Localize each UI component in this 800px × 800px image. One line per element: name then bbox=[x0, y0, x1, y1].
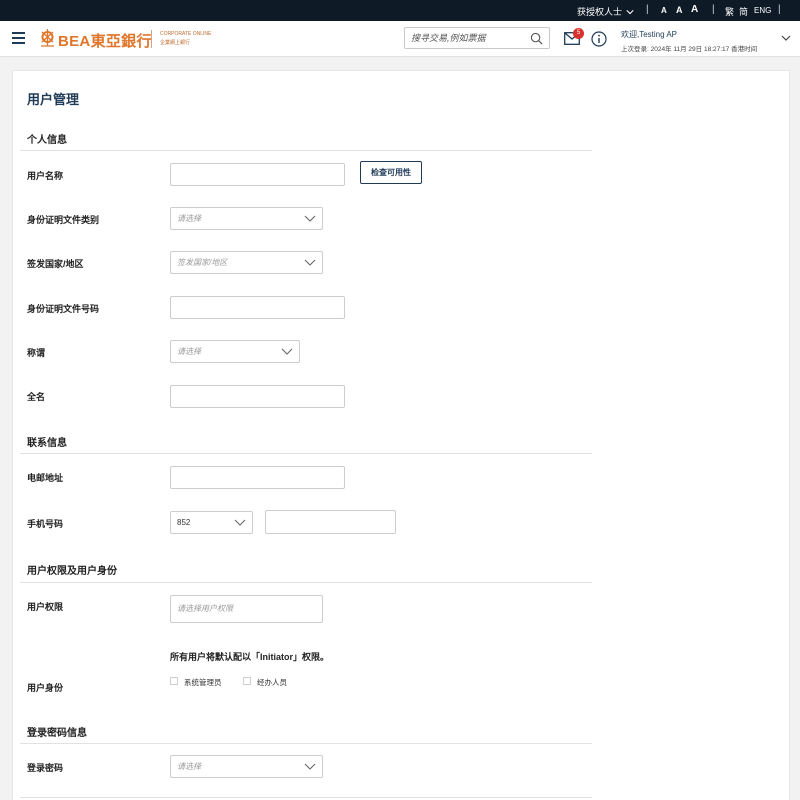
font-size-small[interactable]: A bbox=[661, 6, 667, 15]
section-title-rights: 用户权限及用户身份 bbox=[27, 566, 117, 577]
search-box bbox=[404, 27, 550, 49]
salutation-placeholder: 请选择 bbox=[177, 347, 201, 356]
section-divider bbox=[20, 797, 592, 798]
rights-label: 用户权限 bbox=[27, 602, 64, 612]
rights-select[interactable]: 请选择用户权限 bbox=[170, 595, 323, 623]
section-title-personal: 个人信息 bbox=[27, 135, 67, 146]
issue-country-placeholder: 签发国家/地区 bbox=[177, 258, 228, 267]
section-divider bbox=[20, 453, 592, 454]
identity-label: 用户身份 bbox=[27, 683, 64, 693]
divider bbox=[151, 30, 152, 48]
last-login-text: 上次登录: 2024年 11月 29日 18:27:17 香港时间 bbox=[621, 46, 758, 53]
divider: | bbox=[646, 4, 649, 15]
divider: | bbox=[778, 4, 781, 15]
section-divider bbox=[20, 150, 592, 151]
section-title-contact: 联系信息 bbox=[27, 438, 67, 449]
id-type-select[interactable]: 请选择 bbox=[170, 207, 323, 230]
password-placeholder: 请选择 bbox=[177, 762, 201, 771]
default-rights-note: 所有用户将默认配以「Initiator」权限。 bbox=[170, 652, 329, 662]
lang-traditional[interactable]: 繁 bbox=[725, 5, 734, 18]
lang-simplified[interactable]: 简 bbox=[739, 5, 748, 18]
issue-country-label: 签发国家/地区 bbox=[27, 259, 84, 269]
chevron-down-icon bbox=[626, 9, 634, 14]
check-availability-button[interactable]: 检查可用性 bbox=[360, 161, 422, 184]
authorized-person-menu[interactable]: 获授权人士 bbox=[577, 5, 634, 18]
section-divider bbox=[20, 582, 592, 583]
password-label: 登录密码 bbox=[27, 763, 64, 773]
search-icon[interactable] bbox=[530, 32, 543, 45]
rights-placeholder: 请选择用户权限 bbox=[177, 604, 233, 613]
chevron-down-icon bbox=[304, 259, 316, 266]
fullname-label: 全名 bbox=[27, 392, 46, 402]
email-label: 电邮地址 bbox=[27, 473, 64, 483]
section-title-login: 登录密码信息 bbox=[27, 728, 87, 739]
chevron-down-icon bbox=[304, 763, 316, 770]
info-icon[interactable] bbox=[591, 31, 607, 47]
id-type-placeholder: 请选择 bbox=[177, 214, 201, 223]
chevron-down-icon bbox=[304, 215, 316, 222]
page-title: 用户管理 bbox=[27, 92, 80, 107]
bank-name: BEA東亞銀行 bbox=[58, 33, 152, 50]
divider: | bbox=[712, 4, 715, 15]
country-code-value: 852 bbox=[177, 518, 191, 527]
id-number-input[interactable] bbox=[170, 296, 345, 319]
notification-badge: 5 bbox=[573, 28, 584, 39]
logo-subtitle-cn: 企業網上銀行 bbox=[160, 40, 191, 46]
lang-english[interactable]: ENG bbox=[754, 6, 771, 15]
admin-checkbox[interactable] bbox=[170, 677, 178, 685]
font-size-medium[interactable]: A bbox=[676, 5, 683, 15]
username-label: 用户名称 bbox=[27, 171, 64, 181]
mobile-label: 手机号码 bbox=[27, 519, 64, 529]
salutation-select[interactable]: 请选择 bbox=[170, 340, 300, 363]
mobile-input[interactable] bbox=[265, 510, 396, 534]
password-select[interactable]: 请选择 bbox=[170, 755, 323, 778]
section-divider bbox=[20, 743, 592, 744]
authorized-person-label: 获授权人士 bbox=[577, 7, 623, 17]
chevron-down-icon bbox=[234, 519, 246, 526]
top-utility-bar: 获授权人士 | A A A | 繁 简 ENG | bbox=[0, 0, 800, 21]
app-header: BEA東亞銀行 CORPORATE ONLINE 企業網上銀行 5 欢迎,Tes… bbox=[0, 21, 800, 57]
salutation-label: 称谓 bbox=[27, 348, 46, 358]
operator-checkbox[interactable] bbox=[243, 677, 251, 685]
email-input[interactable] bbox=[170, 466, 345, 489]
country-code-select[interactable]: 852 bbox=[170, 511, 253, 534]
admin-option-label[interactable]: 系统管理员 bbox=[184, 677, 222, 688]
id-number-label: 身份证明文件号码 bbox=[27, 304, 100, 314]
issue-country-select[interactable]: 签发国家/地区 bbox=[170, 251, 323, 274]
welcome-text: 欢迎,Testing AP bbox=[621, 30, 678, 39]
bea-logo[interactable] bbox=[39, 28, 56, 48]
menu-icon[interactable] bbox=[12, 32, 25, 44]
chevron-down-icon[interactable] bbox=[781, 35, 791, 42]
chevron-down-icon bbox=[281, 348, 293, 355]
logo-subtitle-en: CORPORATE ONLINE bbox=[160, 31, 212, 37]
fullname-input[interactable] bbox=[170, 385, 345, 408]
id-type-label: 身份证明文件类别 bbox=[27, 215, 100, 225]
font-size-large[interactable]: A bbox=[691, 4, 698, 15]
username-input[interactable] bbox=[170, 163, 345, 186]
search-input[interactable] bbox=[411, 29, 529, 47]
operator-option-label[interactable]: 经办人员 bbox=[257, 677, 287, 688]
